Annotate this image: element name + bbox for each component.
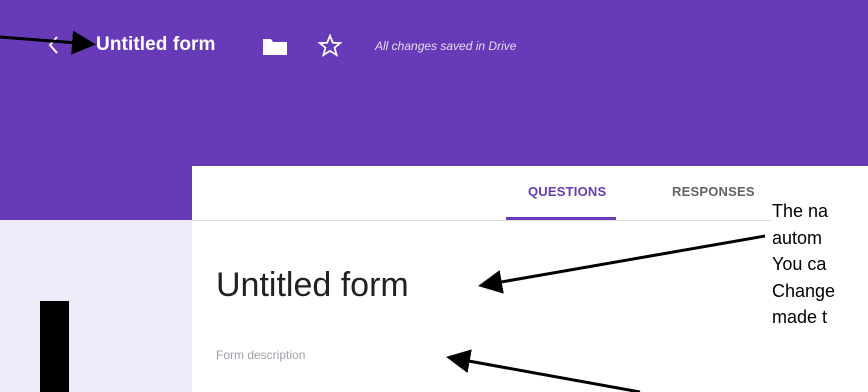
redaction-block [40,301,69,392]
annotation-line: Change [772,280,836,301]
active-tab-indicator [506,217,616,220]
tabs-bar: QUESTIONS RESPONSES [192,166,868,221]
tab-responses[interactable]: RESPONSES [672,184,755,199]
annotation-line: The na [772,201,829,221]
annotation-line: made t [772,307,828,327]
page-background [0,220,192,392]
form-title-input[interactable]: Untitled form [216,266,409,305]
save-status-text: All changes saved in Drive [375,39,517,53]
annotation-line: autom [772,227,823,248]
header-form-title[interactable]: Untitled form [96,34,216,56]
tab-questions[interactable]: QUESTIONS [528,184,606,199]
form-card: QUESTIONS RESPONSES Untitled form Form d… [192,166,868,392]
annotation-line: You ca [772,254,827,274]
star-icon[interactable] [317,33,343,59]
back-arrow-icon[interactable] [42,33,66,57]
form-description-input[interactable]: Form description [216,348,305,362]
folder-icon[interactable] [262,36,288,56]
annotation-callout: The na autom You ca Change made t [772,196,868,392]
